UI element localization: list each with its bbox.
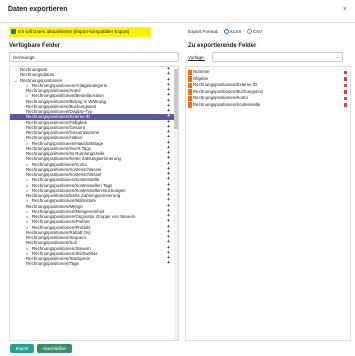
drag-handle-icon[interactable]	[188, 89, 192, 95]
radio-xlsx[interactable]	[223, 29, 229, 35]
export-fields-list: Nummer Objekte Rechnungspositionen/Externe…	[185, 66, 351, 341]
available-fields-tree: Rechnungsart + Rechnungsdatum + ⌄ Rechnungspo…	[9, 66, 179, 341]
trash-icon[interactable]	[344, 96, 347, 100]
dialog-title: Daten exportieren	[8, 6, 68, 13]
add-field-icon[interactable]: +	[167, 260, 170, 266]
export-field-label: Rechnungspositionen/Kostenstelle	[193, 101, 261, 107]
export-fields-heading: Zu exportierende Felder	[188, 43, 257, 49]
trash-icon[interactable]	[344, 90, 347, 94]
format-csv-label: CSV	[252, 29, 263, 34]
radio-csv[interactable]	[246, 29, 252, 35]
export-button[interactable]: Export	[10, 344, 34, 353]
template-select[interactable]: ⌄	[212, 52, 343, 62]
scrollbar-thumb[interactable]	[174, 69, 178, 129]
drag-handle-icon[interactable]	[188, 102, 192, 108]
search-input[interactable]: rechnungs	[9, 52, 179, 62]
chevron-down-icon: ⌄	[335, 54, 339, 59]
tree-item[interactable]: Rechnungspositionen/Tage +	[10, 260, 178, 267]
finish-button[interactable]: Abschließen	[37, 344, 72, 353]
update-data-label: Ich will Daten aktualisieren (import-kom…	[18, 29, 130, 34]
tree-scrollbar[interactable]	[174, 67, 178, 340]
drag-handle-icon[interactable]	[188, 82, 192, 88]
trash-icon[interactable]	[344, 103, 347, 107]
checkbox-checked-icon[interactable]	[11, 29, 16, 35]
template-label: Vorlage:	[188, 55, 205, 60]
export-field-row[interactable]: Rechnungspositionen/Kostenstelle	[186, 102, 350, 109]
available-fields-heading: Verfügbare Felder	[9, 43, 61, 49]
drag-handle-icon[interactable]	[188, 76, 192, 82]
drag-handle-icon[interactable]	[188, 95, 192, 101]
dialog-header: Daten exportieren ×	[0, 0, 355, 23]
close-icon[interactable]: ×	[343, 6, 347, 13]
tree-item-label: Rechnungspositionen/Tage	[26, 261, 79, 267]
export-format: Export Format: XLSX CSV	[188, 29, 263, 35]
drag-handle-icon[interactable]	[188, 69, 192, 75]
trash-icon[interactable]	[344, 70, 347, 74]
format-xlsx-label: XLSX	[229, 29, 242, 34]
update-data-checkbox[interactable]: Ich will Daten aktualisieren (import-kom…	[9, 27, 151, 37]
trash-icon[interactable]	[344, 83, 347, 87]
trash-icon[interactable]	[344, 77, 347, 81]
export-format-label: Export Format:	[188, 29, 219, 34]
